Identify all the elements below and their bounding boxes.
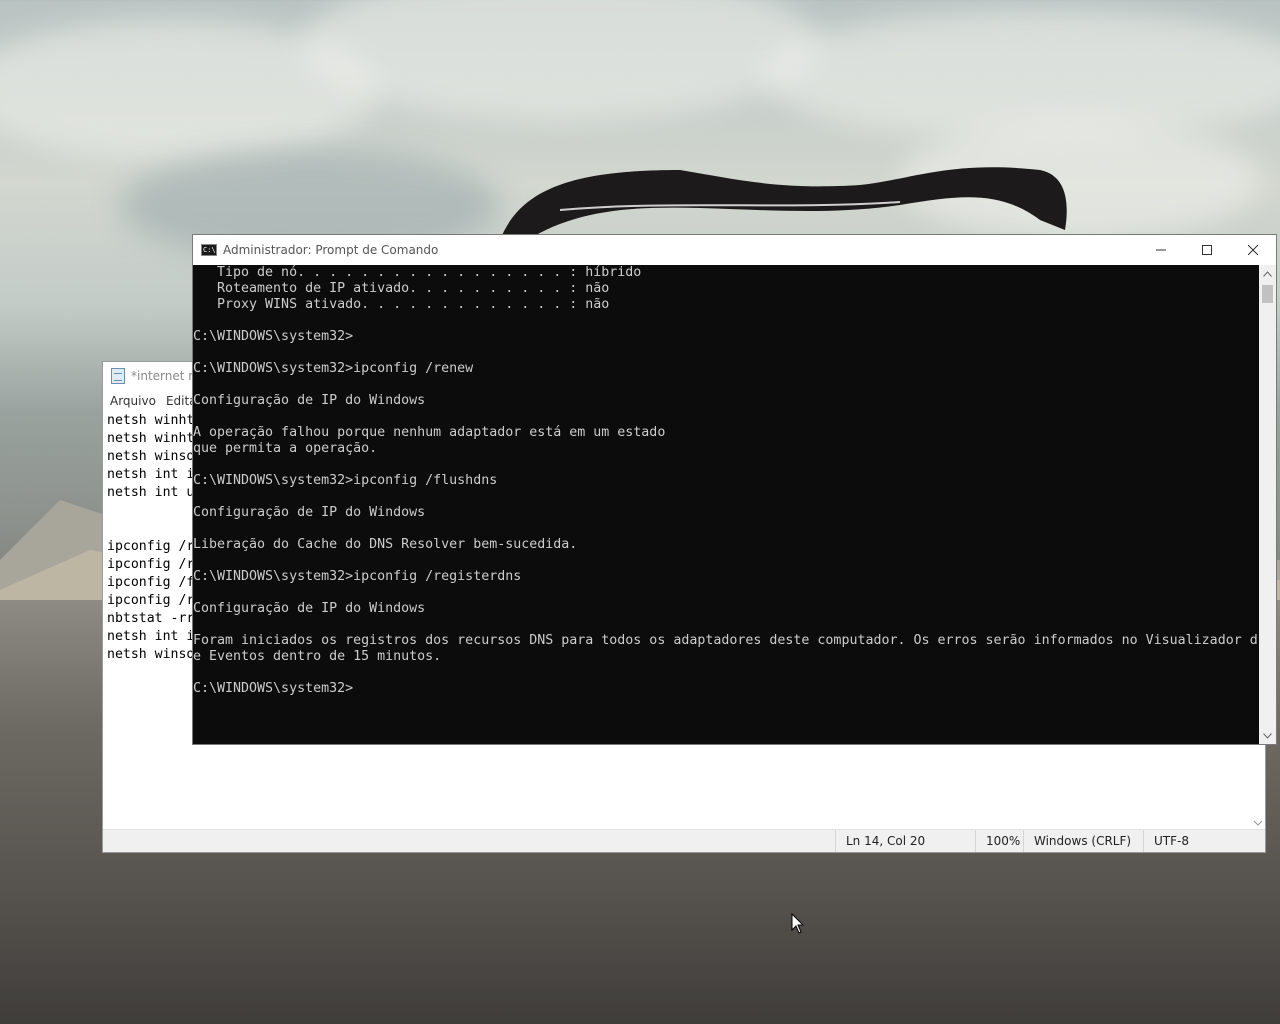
scrollbar-thumb[interactable] — [1262, 285, 1273, 303]
notepad-line: ipconfig /r — [107, 557, 195, 572]
cmd-title: Administrador: Prompt de Comando — [223, 243, 439, 257]
minimize-icon — [1156, 249, 1166, 251]
notepad-line: ipconfig /r — [107, 593, 195, 608]
console-line: A operação falhou porque nenhum adaptado… — [193, 425, 666, 440]
notepad-line: netsh int i — [107, 629, 195, 644]
notepad-line: ipconfig /r — [107, 539, 195, 554]
notepad-text-area[interactable]: netsh winht netsh winht netsh winso netsh i… — [107, 412, 194, 664]
chevron-down-icon[interactable] — [1251, 816, 1265, 830]
close-button[interactable] — [1230, 235, 1276, 265]
console-line: Configuração de IP do Windows — [193, 505, 426, 520]
console-line: Tipo de nó. . . . . . . . . . . . . . . … — [193, 265, 642, 280]
status-zoom: 100% — [975, 830, 1025, 852]
console-line: que permita a operação. — [193, 441, 378, 456]
cmd-window[interactable]: C:\. Administrador: Prompt de Comando Ti… — [192, 234, 1277, 745]
console-line: C:\WINDOWS\system32> — [193, 329, 354, 344]
maximize-button[interactable] — [1184, 235, 1230, 265]
mouse-pointer-icon — [791, 913, 805, 934]
console-line: e Eventos dentro de 15 minutos. — [193, 649, 442, 664]
console-text: Tipo de nó. . . . . . . . . . . . . . . … — [193, 265, 1259, 697]
cmd-app-icon: C:\. — [201, 244, 220, 256]
console-line: C:\WINDOWS\system32>ipconfig /renew — [193, 361, 474, 376]
menu-arquivo[interactable]: Arquivo — [110, 394, 156, 408]
console-line: Configuração de IP do Windows — [193, 393, 426, 408]
notepad-line: nbtstat -rr — [107, 611, 195, 626]
chevron-down-icon[interactable] — [1259, 727, 1276, 744]
notepad-line: netsh winht — [107, 413, 195, 428]
console-line: Roteamento de IP ativado. . . . . . . . … — [193, 281, 610, 296]
maximize-icon — [1202, 245, 1212, 255]
console-line: C:\WINDOWS\system32>ipconfig /flushdns — [193, 473, 498, 488]
notepad-line: netsh int i — [107, 467, 195, 482]
notepad-line: netsh int u — [107, 485, 195, 500]
status-position: Ln 14, Col 20 — [835, 830, 975, 852]
notepad-line: netsh winht — [107, 431, 195, 446]
notepad-line: netsh winso — [107, 449, 195, 464]
console-line: C:\WINDOWS\system32>ipconfig /registerdn… — [193, 569, 522, 584]
notepad-line: ipconfig /f — [107, 575, 195, 590]
console-line: Foram iniciados os registros dos recurso… — [193, 633, 1258, 648]
notepad-line — [107, 520, 194, 538]
cmd-scrollbar[interactable] — [1259, 265, 1276, 744]
notepad-line: netsh winso — [107, 647, 195, 662]
close-icon — [1248, 245, 1258, 255]
notepad-statusbar: Ln 14, Col 20 100% Windows (CRLF) UTF-8 — [103, 829, 1265, 852]
console-line: Liberação do Cache do DNS Resolver bem-s… — [193, 537, 578, 552]
status-encoding: UTF-8 — [1143, 830, 1265, 852]
console-line: Proxy WINS ativado. . . . . . . . . . . … — [193, 297, 610, 312]
chevron-up-icon[interactable] — [1259, 265, 1276, 282]
notepad-icon — [111, 368, 125, 384]
console-line: C:\WINDOWS\system32> — [193, 681, 354, 696]
cmd-console-output[interactable]: Tipo de nó. . . . . . . . . . . . . . . … — [193, 265, 1259, 745]
minimize-button[interactable] — [1138, 235, 1184, 265]
notepad-line — [107, 502, 194, 520]
console-line: Configuração de IP do Windows — [193, 601, 426, 616]
status-line-ending: Windows (CRLF) — [1023, 830, 1143, 852]
cmd-titlebar[interactable]: C:\. Administrador: Prompt de Comando — [193, 235, 1276, 265]
